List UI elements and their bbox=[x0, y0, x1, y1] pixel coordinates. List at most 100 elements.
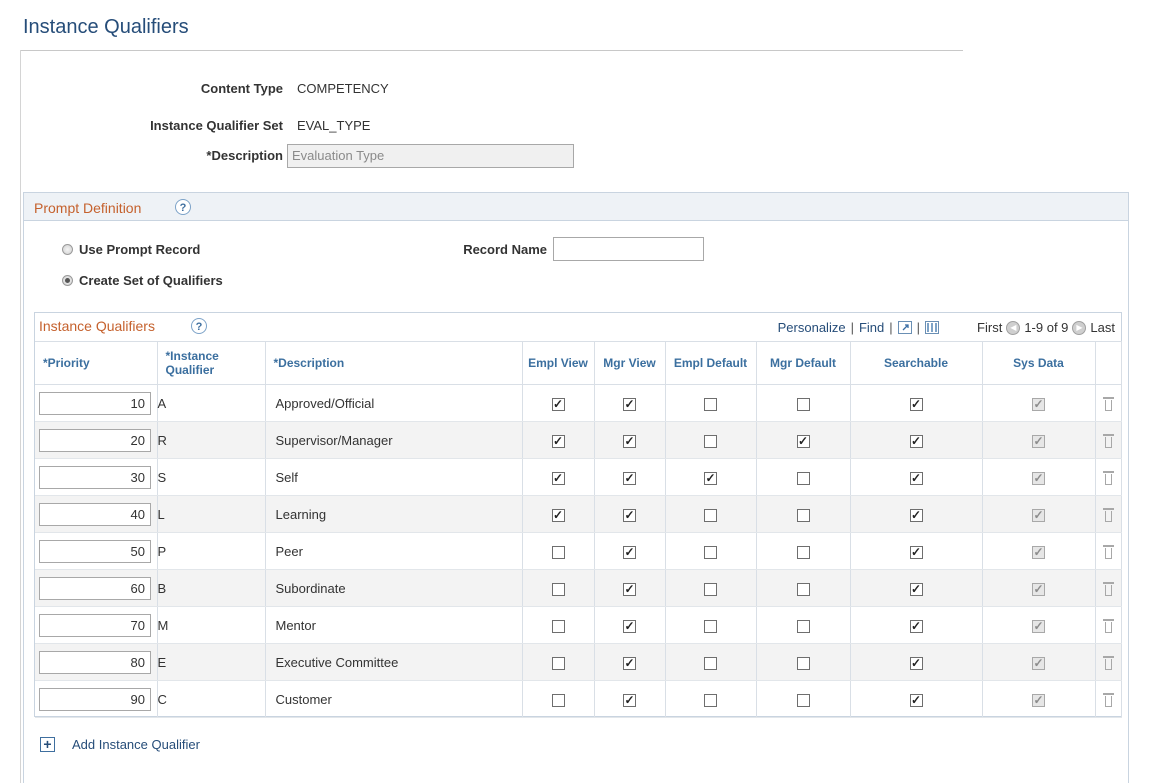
searchable-checkbox[interactable]: ✓ bbox=[909, 582, 923, 596]
table-row: 10 A Approved/Official ✓ ✓ ✓ ✓ bbox=[35, 384, 1122, 422]
empl-view-checkbox[interactable]: ✓ bbox=[551, 508, 565, 522]
col-mgr-default[interactable]: Mgr Default bbox=[756, 341, 851, 385]
description-field[interactable]: Evaluation Type bbox=[287, 144, 574, 168]
radio-button-selected[interactable] bbox=[62, 275, 73, 286]
priority-input[interactable]: 50 bbox=[39, 539, 151, 563]
empl-default-checkbox[interactable] bbox=[704, 397, 717, 411]
mgr-default-cell bbox=[756, 680, 851, 718]
description-cell: Peer bbox=[265, 532, 523, 570]
empl-view-checkbox[interactable] bbox=[551, 693, 565, 707]
priority-input[interactable]: 60 bbox=[39, 576, 151, 600]
radio-button[interactable] bbox=[62, 244, 73, 255]
priority-input[interactable]: 90 bbox=[39, 687, 151, 711]
add-icon[interactable]: + bbox=[40, 737, 55, 752]
find-link[interactable]: Find bbox=[859, 320, 884, 335]
mgr-view-checkbox[interactable]: ✓ bbox=[623, 619, 636, 633]
searchable-checkbox[interactable]: ✓ bbox=[909, 471, 923, 485]
searchable-checkbox[interactable]: ✓ bbox=[909, 545, 923, 559]
mgr-default-checkbox[interactable] bbox=[796, 619, 810, 633]
previous-arrow-icon[interactable]: ◀ bbox=[1006, 320, 1021, 335]
empl-view-checkbox[interactable] bbox=[551, 656, 565, 670]
trash-icon[interactable] bbox=[1102, 654, 1114, 671]
col-mgr-view[interactable]: Mgr View bbox=[594, 341, 666, 385]
add-instance-qualifier-row[interactable]: + Add Instance Qualifier bbox=[40, 737, 200, 752]
priority-cell: 80 bbox=[35, 643, 158, 681]
trash-icon[interactable] bbox=[1102, 469, 1114, 486]
last-label[interactable]: Last bbox=[1090, 320, 1115, 335]
trash-icon[interactable] bbox=[1102, 580, 1114, 597]
searchable-checkbox[interactable]: ✓ bbox=[909, 397, 923, 411]
col-empl-view[interactable]: Empl View bbox=[522, 341, 595, 385]
mgr-default-checkbox[interactable] bbox=[796, 656, 810, 670]
priority-input[interactable]: 70 bbox=[39, 613, 151, 637]
searchable-checkbox[interactable]: ✓ bbox=[909, 619, 923, 633]
next-arrow-icon[interactable]: ▶ bbox=[1072, 320, 1087, 335]
help-icon[interactable]: ? bbox=[175, 199, 191, 215]
searchable-checkbox[interactable]: ✓ bbox=[909, 693, 923, 707]
mgr-view-checkbox[interactable]: ✓ bbox=[623, 508, 636, 522]
searchable-checkbox[interactable]: ✓ bbox=[909, 508, 923, 522]
trash-icon[interactable] bbox=[1102, 395, 1114, 412]
priority-input[interactable]: 10 bbox=[39, 391, 151, 415]
mgr-view-checkbox[interactable]: ✓ bbox=[623, 471, 636, 485]
priority-input[interactable]: 80 bbox=[39, 650, 151, 674]
mgr-view-checkbox[interactable]: ✓ bbox=[623, 582, 636, 596]
mgr-view-checkbox[interactable]: ✓ bbox=[623, 693, 636, 707]
empl-view-checkbox[interactable] bbox=[551, 545, 565, 559]
empl-default-checkbox[interactable] bbox=[704, 619, 717, 633]
mgr-view-checkbox[interactable]: ✓ bbox=[623, 434, 636, 448]
col-searchable[interactable]: Searchable bbox=[850, 341, 983, 385]
add-instance-qualifier-link[interactable]: Add Instance Qualifier bbox=[72, 737, 200, 752]
col-instance-qualifier[interactable]: *Instance Qualifier bbox=[157, 341, 266, 385]
mgr-view-checkbox[interactable]: ✓ bbox=[623, 397, 636, 411]
mgr-default-checkbox[interactable] bbox=[796, 508, 810, 522]
mgr-view-checkbox[interactable]: ✓ bbox=[623, 545, 636, 559]
empl-default-checkbox[interactable] bbox=[704, 656, 717, 670]
mgr-default-checkbox[interactable] bbox=[796, 582, 810, 596]
trash-icon[interactable] bbox=[1102, 543, 1114, 560]
col-description[interactable]: *Description bbox=[265, 341, 523, 385]
mgr-default-checkbox[interactable] bbox=[796, 693, 810, 707]
mgr-default-checkbox[interactable]: ✓ bbox=[796, 434, 810, 448]
col-empl-default[interactable]: Empl Default bbox=[665, 341, 757, 385]
searchable-checkbox[interactable]: ✓ bbox=[909, 434, 923, 448]
radio-use-prompt-record[interactable]: Use Prompt Record bbox=[62, 242, 200, 257]
mgr-default-cell bbox=[756, 384, 851, 422]
empl-view-checkbox[interactable]: ✓ bbox=[551, 397, 565, 411]
radio-create-set-of-qualifiers[interactable]: Create Set of Qualifiers bbox=[62, 273, 223, 288]
col-sys-data[interactable]: Sys Data bbox=[982, 341, 1096, 385]
searchable-checkbox[interactable]: ✓ bbox=[909, 656, 923, 670]
mgr-default-checkbox[interactable] bbox=[796, 471, 810, 485]
sys-data-checkbox: ✓ bbox=[1032, 655, 1045, 670]
empl-default-checkbox[interactable] bbox=[704, 693, 717, 707]
mgr-default-checkbox[interactable] bbox=[796, 545, 810, 559]
priority-input[interactable]: 30 bbox=[39, 465, 151, 489]
priority-input[interactable]: 40 bbox=[39, 502, 151, 526]
trash-icon[interactable] bbox=[1102, 432, 1114, 449]
description-cell: Supervisor/Manager bbox=[265, 421, 523, 459]
mgr-default-checkbox[interactable] bbox=[796, 397, 810, 411]
help-icon[interactable]: ? bbox=[191, 318, 207, 334]
empl-view-checkbox[interactable] bbox=[551, 582, 565, 596]
empl-default-checkbox[interactable] bbox=[704, 545, 717, 559]
grid-download-icon[interactable] bbox=[925, 321, 940, 334]
zoom-icon[interactable] bbox=[897, 321, 912, 334]
delete-cell bbox=[1095, 532, 1122, 570]
empl-view-checkbox[interactable]: ✓ bbox=[551, 471, 565, 485]
empl-default-checkbox[interactable] bbox=[704, 508, 717, 522]
empl-default-checkbox[interactable] bbox=[704, 582, 717, 596]
empl-default-checkbox[interactable] bbox=[704, 434, 717, 448]
empl-view-checkbox[interactable] bbox=[551, 619, 565, 633]
empl-default-checkbox[interactable]: ✓ bbox=[704, 471, 717, 485]
sys-data-cell: ✓ bbox=[982, 384, 1096, 422]
trash-icon[interactable] bbox=[1102, 506, 1114, 523]
first-label[interactable]: First bbox=[977, 320, 1002, 335]
trash-icon[interactable] bbox=[1102, 617, 1114, 634]
record-name-input[interactable] bbox=[553, 237, 704, 261]
priority-input[interactable]: 20 bbox=[39, 428, 151, 452]
mgr-view-checkbox[interactable]: ✓ bbox=[623, 656, 636, 670]
col-priority[interactable]: *Priority bbox=[35, 341, 158, 385]
empl-view-checkbox[interactable]: ✓ bbox=[551, 434, 565, 448]
trash-icon[interactable] bbox=[1102, 691, 1114, 708]
personalize-link[interactable]: Personalize bbox=[778, 320, 846, 335]
